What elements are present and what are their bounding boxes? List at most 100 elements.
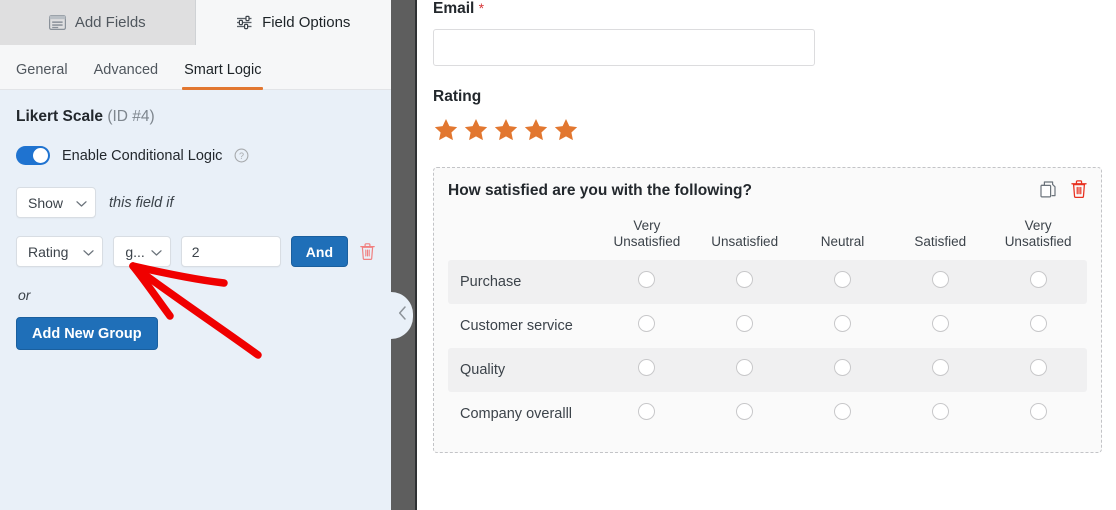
likert-cell[interactable] [891,259,990,304]
radio-icon[interactable] [931,358,949,376]
or-separator: or [18,287,31,303]
field-name: Likert Scale [16,108,104,125]
question-circle-icon[interactable]: ? [234,148,249,163]
chevron-down-icon [76,195,87,211]
subtab-smart-logic[interactable]: Smart Logic [182,62,264,90]
likert-cell[interactable] [794,304,892,348]
likert-cell[interactable] [598,347,696,392]
likert-cell[interactable] [598,392,696,436]
options-subtabs: General Advanced Smart Logic [0,45,391,90]
radio-icon[interactable] [638,358,656,376]
radio-icon[interactable] [1029,314,1047,332]
likert-cell[interactable] [598,259,696,304]
likert-cell[interactable] [989,347,1087,392]
panel-divider [391,0,417,510]
radio-icon[interactable] [1029,358,1047,376]
email-input[interactable] [433,29,815,66]
preview-likert-field[interactable]: How satisfied are you with the following… [433,167,1102,453]
svg-text:?: ? [239,151,244,161]
radio-icon[interactable] [833,358,851,376]
likert-row: Quality [448,347,1087,392]
likert-row-label: Company overalll [460,405,573,422]
likert-cell[interactable] [696,304,794,348]
delete-field-icon[interactable] [1071,180,1087,198]
star-icon[interactable] [433,117,459,148]
star-icon[interactable] [463,117,489,148]
likert-cell[interactable] [598,304,696,348]
radio-icon[interactable] [736,270,754,288]
field-id: (ID #4) [107,108,155,125]
likert-cell[interactable] [989,304,1087,348]
builder-sidebar: Add Fields Field Options General Advance… [0,0,391,510]
enable-conditional-logic-toggle[interactable] [16,146,50,165]
likert-cell[interactable] [793,259,892,304]
likert-cell[interactable] [794,392,892,436]
chevron-down-icon [151,244,162,260]
radio-icon[interactable] [638,314,656,332]
likert-cell[interactable] [891,304,989,348]
conditional-logic-toggle-row: Enable Conditional Logic ? [16,146,375,165]
email-field-label: Email * [433,0,1102,18]
duplicate-icon[interactable] [1040,180,1057,198]
chevron-down-icon [83,244,94,260]
star-icon[interactable] [523,117,549,148]
likert-cell[interactable] [695,347,794,392]
likert-cell[interactable] [793,347,892,392]
radio-icon[interactable] [931,402,949,420]
likert-table: Very Unsatisfied Unsatisfied Neutral Sat… [448,218,1087,436]
form-builder: Add Fields Field Options General Advance… [0,0,1116,510]
likert-cell[interactable] [989,392,1087,436]
collapse-panel-handle[interactable] [391,292,413,339]
smart-logic-panel: Likert Scale (ID #4) Enable Conditional … [0,90,391,350]
likert-column-header: Unsatisfied [711,234,779,250]
star-icon[interactable] [493,117,519,148]
radio-icon[interactable] [736,358,754,376]
add-new-group-button[interactable]: Add New Group [16,317,158,350]
radio-icon[interactable] [736,314,754,332]
likert-row: Company overalll [448,392,1087,436]
likert-row-label: Purchase [448,259,598,304]
likert-cell[interactable] [989,259,1087,304]
radio-icon[interactable] [833,270,851,288]
tab-add-fields-label: Add Fields [74,14,146,31]
toggle-knob [33,148,48,163]
chevron-left-icon [398,306,407,325]
tab-add-fields[interactable]: Add Fields [0,0,196,45]
subtab-general[interactable]: General [16,62,68,89]
likert-cell[interactable] [696,392,794,436]
delete-condition-icon[interactable] [360,243,375,260]
condition-operator-select[interactable]: g... [113,236,171,267]
email-label-text: Email [433,0,475,17]
condition-value-input[interactable] [180,236,281,267]
conditional-logic-label: Enable Conditional Logic [62,147,223,164]
condition-field-value: Rating [28,243,69,260]
radio-icon[interactable] [931,314,949,332]
preview-rating-field: Rating [433,88,1102,148]
subtab-advanced[interactable]: Advanced [94,62,159,89]
radio-icon[interactable] [1029,402,1047,420]
likert-cell[interactable] [891,347,990,392]
radio-icon[interactable] [638,270,656,288]
radio-icon[interactable] [931,270,949,288]
rating-field-label: Rating [433,88,482,105]
radio-icon[interactable] [833,402,851,420]
likert-cell[interactable] [891,392,989,436]
tab-field-options[interactable]: Field Options [195,0,391,45]
logic-action-value: Show [28,194,64,211]
radio-icon[interactable] [1029,270,1047,288]
radio-icon[interactable] [736,402,754,420]
likert-header-row: Very Unsatisfied Unsatisfied Neutral Sat… [448,218,1087,260]
likert-row: Customer service [448,304,1087,348]
condition-field-select[interactable]: Rating [16,236,104,267]
star-icon[interactable] [553,117,579,148]
rating-stars[interactable] [433,117,1102,148]
likert-field-actions [1040,180,1087,198]
radio-icon[interactable] [833,314,851,332]
likert-cell[interactable] [695,259,794,304]
sliders-icon [236,15,253,30]
logic-action-select[interactable]: Show [16,187,96,218]
and-button[interactable]: And [290,236,348,267]
likert-question: How satisfied are you with the following… [448,182,752,199]
radio-icon[interactable] [638,402,656,420]
required-marker: * [478,0,485,16]
